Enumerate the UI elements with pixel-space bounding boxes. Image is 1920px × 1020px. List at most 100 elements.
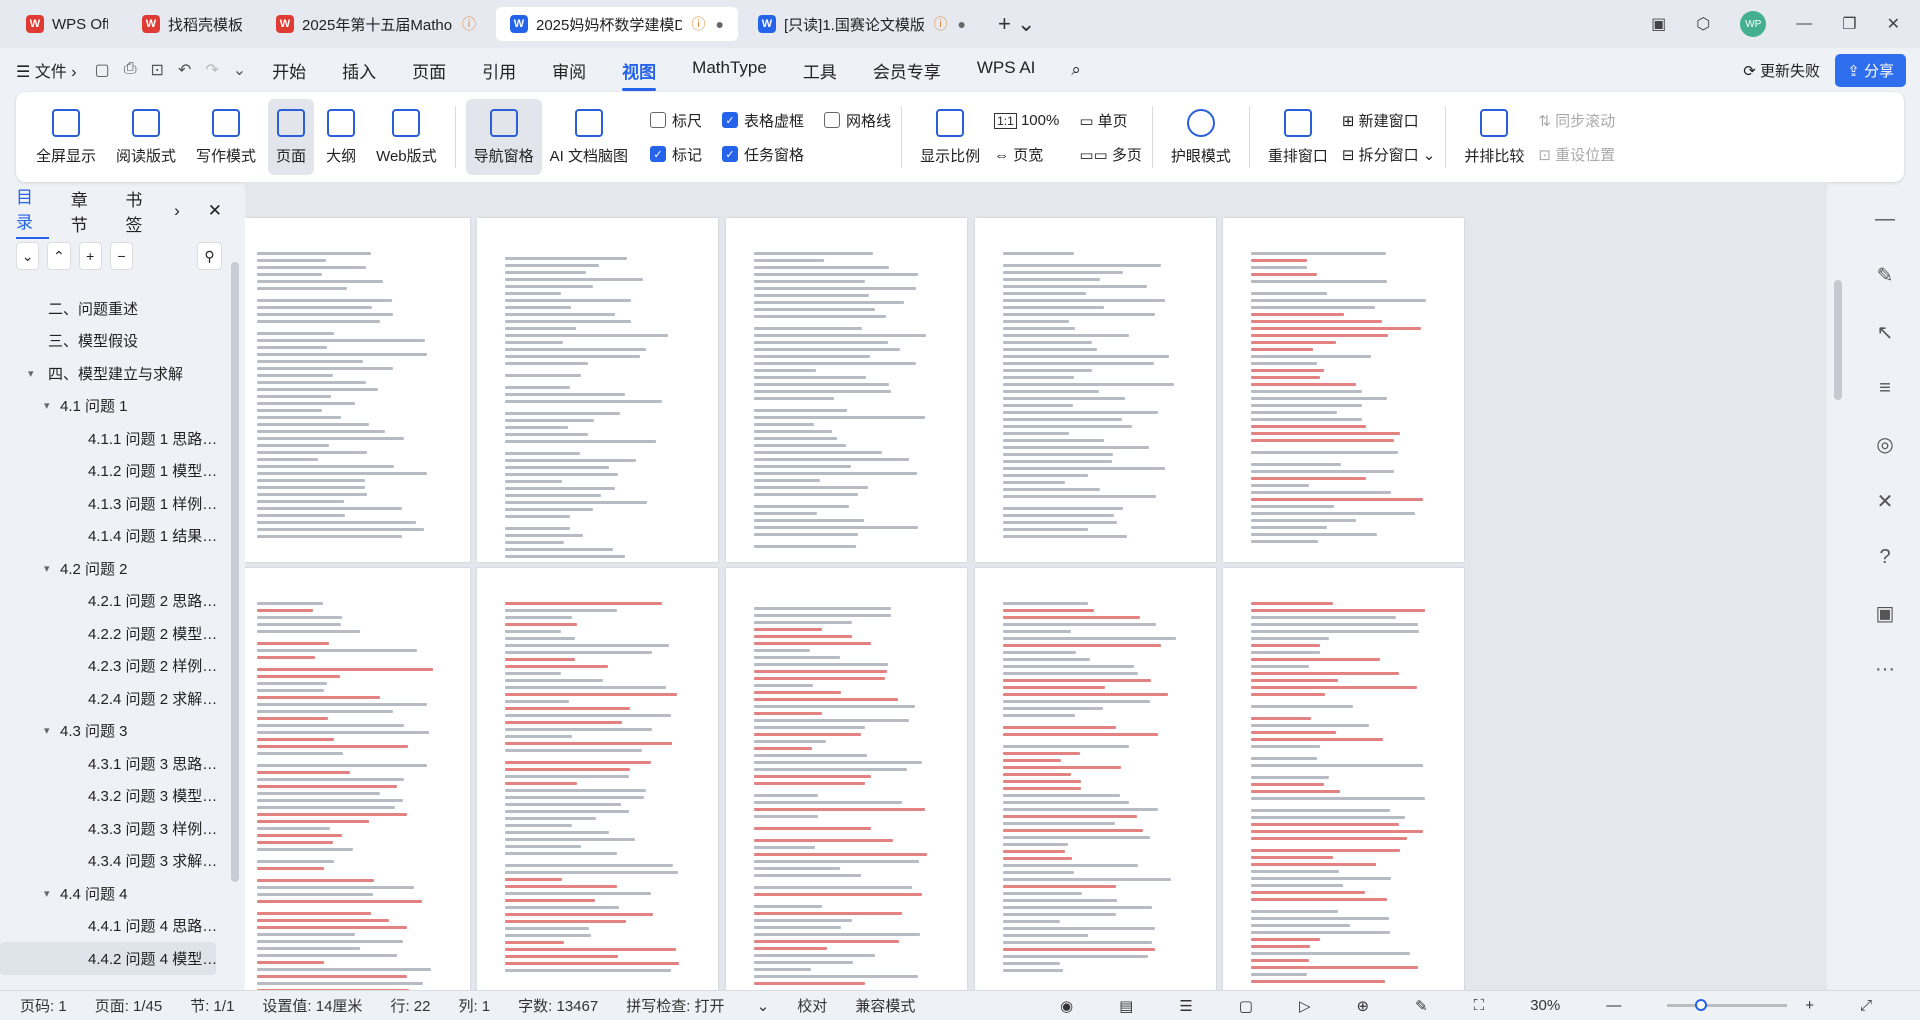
multi-page-button[interactable]: ▭▭ 多页 (1079, 144, 1142, 165)
sidebar-expand-icon[interactable]: › (174, 201, 180, 221)
tab-2[interactable]: W 2025年第十五届MathorCup数学 ⓘ (262, 7, 490, 41)
toc-item[interactable]: 4.3.2 问题 3 模型… (0, 780, 222, 813)
play-icon[interactable]: ▷ (1299, 997, 1311, 1015)
toc-toggle-icon[interactable]: ▾ (44, 887, 50, 900)
document-page[interactable] (726, 218, 967, 562)
toc-toggle-icon[interactable]: ▾ (44, 399, 50, 412)
page-count[interactable]: 页面: 1/45 (95, 995, 163, 1016)
close-window-icon[interactable]: ✕ (1887, 14, 1900, 34)
reset-position-button[interactable]: ⊡ 重设位置 (1538, 144, 1615, 165)
split-window-button[interactable]: ⊟ 拆分窗口 ⌄ (1342, 144, 1436, 165)
add-heading-icon[interactable]: + (78, 242, 102, 270)
toc-item[interactable]: 三、模型假设 (0, 325, 222, 358)
toc-item[interactable]: 4.1.1 问题 1 思路… (0, 422, 222, 455)
menu-8[interactable]: 会员专享 (873, 58, 941, 83)
scrollbar-thumb[interactable] (1834, 280, 1842, 400)
toc-item[interactable]: 4.1.3 问题 1 样例… (0, 487, 222, 520)
eye-status-icon[interactable]: ◉ (1060, 997, 1073, 1015)
fit-icon[interactable]: ⛶ (1474, 997, 1485, 1014)
toc-item[interactable]: 4.4.1 问题 4 思路… (0, 910, 222, 943)
toc-item[interactable]: 4.3.3 问题 3 样例… (0, 812, 222, 845)
view-button-4[interactable]: 大纲 (318, 99, 364, 175)
checkbox-1[interactable]: ✓ 表格虚框 (722, 110, 804, 131)
document-page[interactable] (245, 568, 470, 990)
bicycle-icon[interactable]: ⚲ (197, 242, 222, 270)
display-ratio-button[interactable]: 显示比例 (912, 99, 988, 175)
document-canvas[interactable] (245, 182, 1827, 990)
sidebar-tab-2[interactable]: 书签 (125, 186, 158, 236)
toc-toggle-icon[interactable]: ▾ (44, 724, 50, 737)
tab-1[interactable]: W 找稻壳模板 (128, 7, 256, 41)
pen-icon[interactable]: ✎ (1877, 263, 1894, 288)
remove-heading-icon[interactable]: − (109, 242, 134, 270)
toc-item[interactable]: 二、问题重述 (0, 292, 222, 325)
checkbox-box[interactable] (824, 112, 841, 128)
checkbox-box[interactable]: ✓ (722, 146, 739, 162)
checkbox-0[interactable]: 标尺 (650, 110, 702, 131)
redo-icon[interactable]: ↷ (205, 60, 218, 80)
menu-0[interactable]: 开始 (272, 58, 306, 83)
new-tab-icon[interactable]: + ⌄ (998, 11, 1035, 37)
menu-5[interactable]: 视图 (622, 58, 657, 91)
checkbox-box[interactable] (650, 112, 667, 128)
layout-icon[interactable]: ▣ (1651, 14, 1666, 34)
menu-7[interactable]: 工具 (803, 58, 837, 83)
print-preview-icon[interactable]: ⊡ (151, 60, 164, 80)
rearrange-button[interactable]: 重排窗口 (1260, 99, 1336, 175)
toc-item[interactable]: 4.2.4 问题 2 求解… (0, 682, 222, 715)
view-button-3[interactable]: 页面 (268, 99, 315, 175)
toc-toggle-icon[interactable]: ▾ (28, 367, 34, 380)
zoom-out-icon[interactable]: — (1606, 997, 1621, 1014)
menu-6[interactable]: MathType (692, 58, 767, 83)
toc-item[interactable]: 4.1.2 问题 1 模型… (0, 455, 222, 488)
checkbox-box[interactable]: ✓ (650, 146, 667, 162)
side-by-side-button[interactable]: 并排比较 (1456, 99, 1532, 175)
nav-pane-button[interactable]: 导航窗格 (465, 99, 542, 175)
single-page-button[interactable]: ▭ 单页 (1079, 110, 1142, 131)
close-tab-icon[interactable]: ● (716, 16, 724, 32)
view-button-5[interactable]: Web版式 (368, 99, 445, 175)
zoom-slider[interactable] (1667, 999, 1788, 1011)
menu-4[interactable]: 审阅 (552, 58, 586, 83)
checkbox-2[interactable]: 网格线 (824, 110, 891, 131)
spell-check[interactable]: 拼写检查: 打开 ⌄ (626, 995, 769, 1016)
help-icon[interactable]: ? (1879, 546, 1890, 569)
proofread[interactable]: 校对 (797, 995, 827, 1016)
checkbox-box[interactable]: ✓ (722, 112, 739, 128)
collapse-down-icon[interactable]: ⌄ (16, 242, 40, 270)
document-page[interactable] (726, 568, 967, 990)
close-tab-icon[interactable]: ● (958, 16, 966, 32)
toc-item[interactable]: ▾ 4.4 问题 4 (0, 877, 222, 910)
checkbox-4[interactable]: ✓ 任务窗格 (722, 144, 804, 165)
menu-1[interactable]: 插入 (342, 58, 376, 83)
sidebar-tab-1[interactable]: 章节 (71, 186, 104, 236)
checkbox-3[interactable]: ✓ 标记 (650, 144, 702, 165)
new-window-button[interactable]: ⊞ 新建窗口 (1342, 110, 1436, 131)
style-icon[interactable]: ≡ (1879, 377, 1891, 400)
toc-item[interactable]: ▾ 4.1 问题 1 (0, 390, 222, 423)
sidebar-scrollbar[interactable] (231, 262, 239, 882)
toc-item[interactable]: 4.2.2 问题 2 模型… (0, 617, 222, 650)
toc-item[interactable]: 4.2.1 问题 2 思路… (0, 585, 222, 618)
ai-mindmap-button[interactable]: AI 文档脑图 (542, 99, 636, 175)
file-menu[interactable]: ☰ 文件 › (16, 58, 77, 82)
view-button-2[interactable]: 写作模式 (188, 99, 264, 175)
document-page[interactable] (975, 218, 1216, 562)
web-view-icon[interactable]: ⊕ (1357, 997, 1370, 1015)
document-page[interactable] (1223, 568, 1464, 990)
toc-item[interactable]: 4.3.1 问题 3 思路… (0, 747, 222, 780)
toc-item[interactable]: 4.3.4 问题 3 求解… (0, 845, 222, 878)
avatar[interactable]: WP (1740, 11, 1767, 37)
eye-mode-button[interactable]: 护眼模式 (1163, 99, 1239, 175)
cursor-icon[interactable]: ↖ (1877, 320, 1894, 345)
menu-2[interactable]: 页面 (412, 58, 446, 83)
tab-0[interactable]: W WPS Office (12, 7, 122, 41)
toc-item[interactable]: ▾ 4.3 问题 3 (0, 715, 222, 748)
view-button-0[interactable]: 全屏显示 (28, 99, 104, 175)
document-page[interactable] (1223, 218, 1464, 562)
view-button-1[interactable]: 阅读版式 (108, 99, 184, 175)
page-view-icon[interactable]: ▤ (1119, 997, 1133, 1015)
fullscreen-icon[interactable]: ⤢ (1860, 997, 1872, 1014)
print-icon[interactable]: ⎙ (124, 60, 137, 80)
collapse-up-icon[interactable]: ⌃ (47, 242, 71, 270)
